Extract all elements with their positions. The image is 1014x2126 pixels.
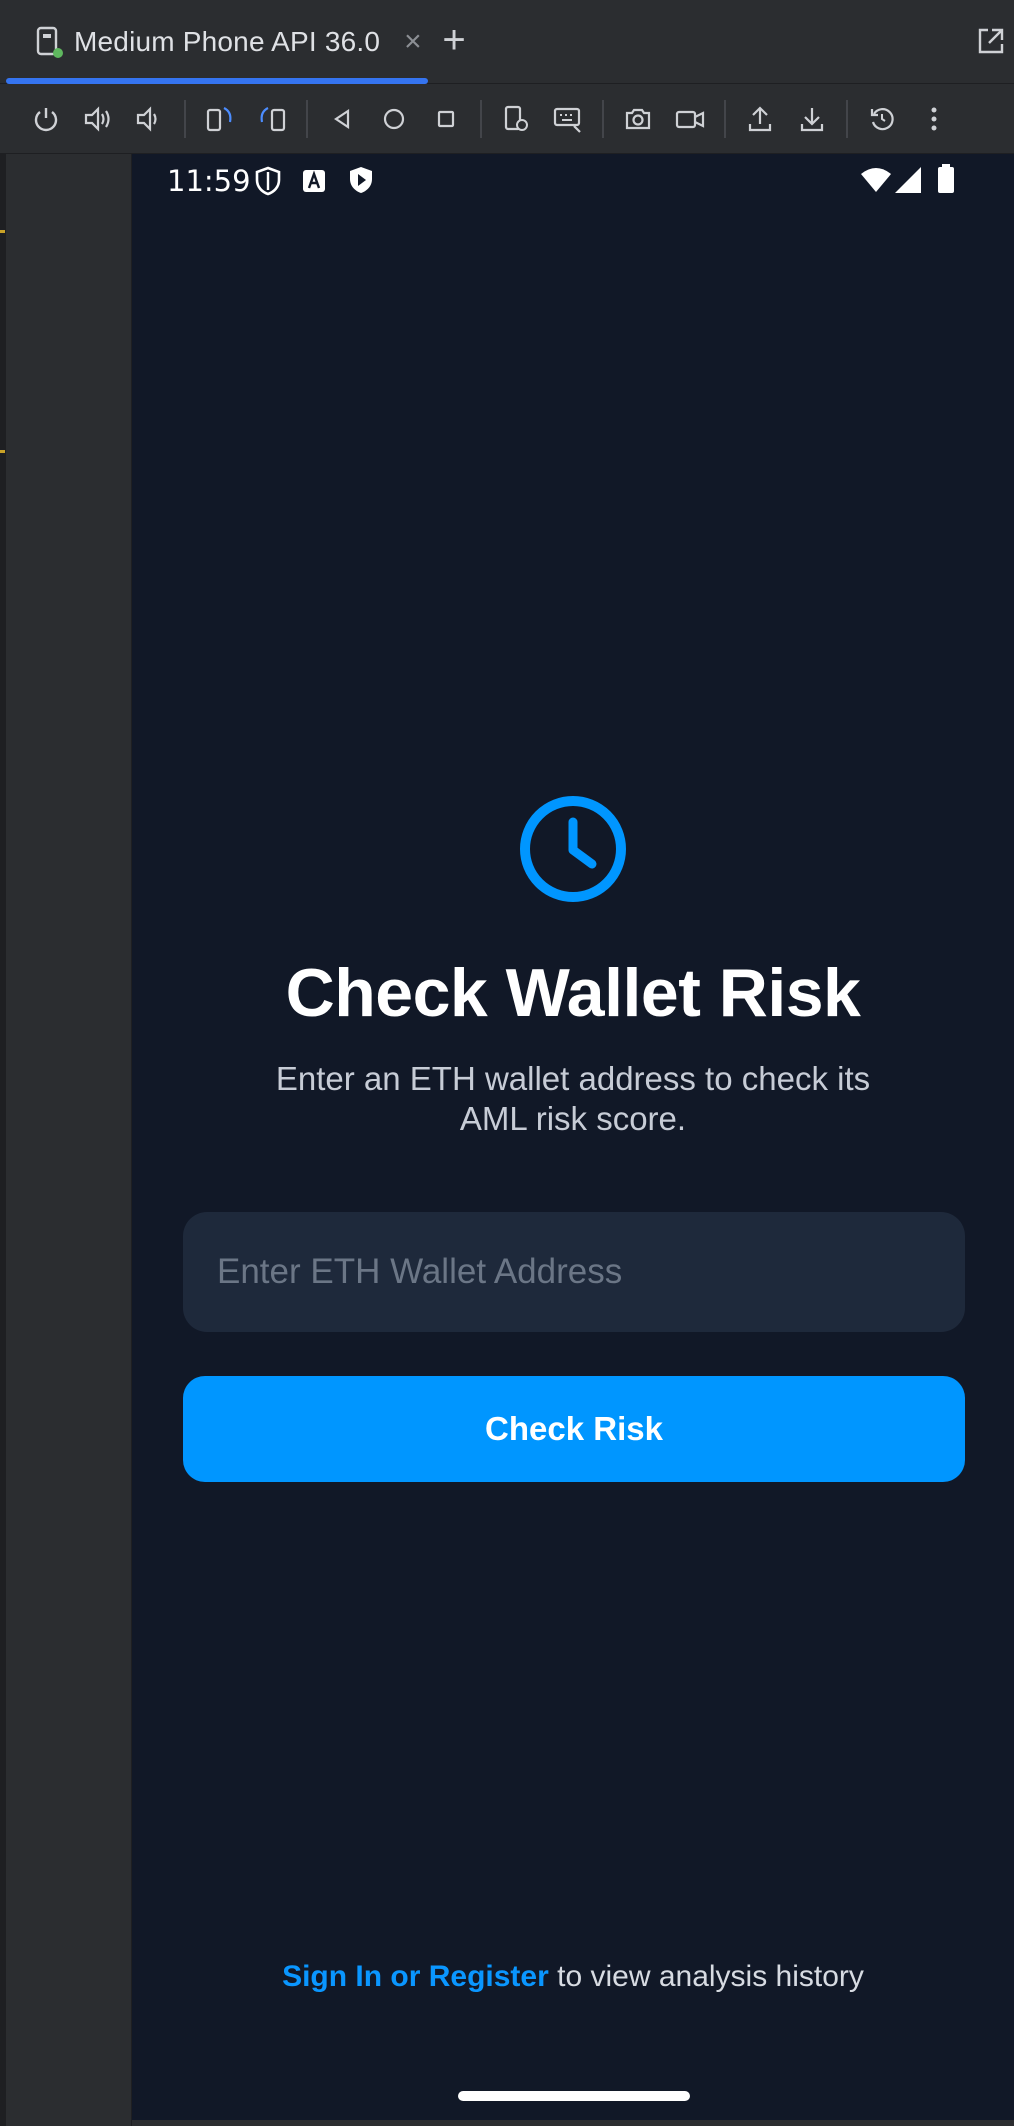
tab-title: Medium Phone API 36.0 [74, 26, 381, 57]
back-icon[interactable] [322, 99, 362, 139]
toolbar-divider [602, 99, 604, 138]
keyboard-icon[interactable] [548, 99, 588, 139]
download-icon[interactable] [792, 99, 832, 139]
add-tab-button[interactable]: + [434, 20, 474, 60]
snapshot-icon[interactable] [862, 99, 902, 139]
gutter-marker [0, 230, 5, 233]
video-icon[interactable] [670, 99, 710, 139]
emulator-tab-bar: Medium Phone API 36.0 × + [0, 0, 1014, 84]
rotate-left-icon[interactable] [200, 99, 240, 139]
page-title: Check Wallet Risk [285, 955, 861, 1031]
footer-text: Sign In or Register to view analysis his… [132, 1960, 1014, 1994]
wallet-address-input[interactable] [183, 1212, 965, 1332]
detach-window-icon[interactable] [974, 24, 1008, 58]
toolbar-divider [306, 99, 308, 138]
phone-screen: 11:59 Check Wallet Risk Enter an ETH wal… [132, 154, 1014, 2120]
more-icon[interactable] [914, 99, 954, 139]
battery-icon [937, 164, 955, 199]
clock-icon [518, 794, 628, 904]
status-bar: 11:59 [132, 154, 1014, 202]
close-tab-icon[interactable]: × [404, 27, 422, 57]
device-settings-icon[interactable] [496, 99, 536, 139]
sign-in-register-link[interactable]: Sign In or Register [282, 1960, 549, 1993]
footer-description: to view analysis history [548, 1960, 864, 1993]
camera-icon[interactable] [618, 99, 658, 139]
volume-down-icon[interactable] [130, 99, 170, 139]
check-risk-button[interactable]: Check Risk [183, 1376, 965, 1482]
wifi-icon [860, 166, 892, 199]
volume-up-icon[interactable] [78, 99, 118, 139]
signal-icon [894, 166, 922, 199]
rotate-right-icon[interactable] [252, 99, 292, 139]
device-tab[interactable]: Medium Phone API 36.0 × [6, 0, 428, 84]
overview-icon[interactable] [426, 99, 466, 139]
power-icon[interactable] [26, 99, 66, 139]
toolbar-divider [724, 99, 726, 138]
home-indicator[interactable] [458, 2091, 690, 2101]
home-icon[interactable] [374, 99, 414, 139]
status-time: 11:59 [167, 164, 251, 198]
page-subtitle: Enter an ETH wallet address to check its… [275, 1060, 871, 1137]
toolbar-divider [846, 99, 848, 138]
font-icon [302, 169, 326, 198]
toolbar-divider [184, 99, 186, 138]
play-protect-icon [347, 165, 375, 200]
toolbar-divider [480, 99, 482, 138]
emulator-toolbar [0, 84, 1014, 154]
device-status-icon [34, 25, 64, 59]
emulator-side-panel [6, 154, 132, 2126]
privacy-shield-icon [254, 166, 282, 201]
gutter-marker [0, 450, 5, 453]
upload-icon[interactable] [740, 99, 780, 139]
